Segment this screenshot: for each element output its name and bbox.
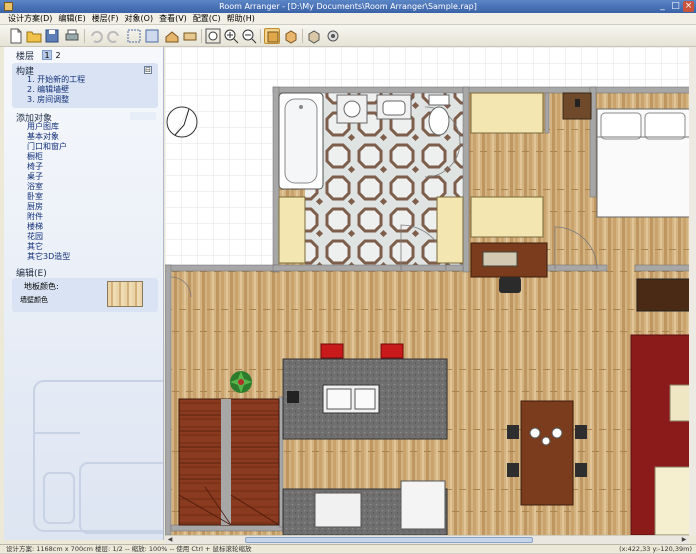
build-step-edit-walls[interactable]: 2. 编辑墙壁 (27, 85, 85, 95)
category-search (130, 112, 156, 120)
build-step-room-adjust[interactable]: 3. 房间调整 (27, 95, 85, 105)
floor-plan-canvas[interactable] (165, 47, 696, 535)
status-bar: 设计方案: 1168cm x 700cm 楼层: 1/2 -- 缩放: 100%… (0, 544, 696, 553)
scrollbar-thumb[interactable] (245, 537, 533, 543)
title-bar[interactable]: Room Arranger - [D:\My Documents\Room Ar… (0, 0, 696, 13)
redo-icon[interactable] (106, 28, 122, 44)
menu-object[interactable]: 对象(O) (122, 13, 157, 25)
bathtub (278, 92, 324, 190)
open-folder-icon[interactable] (26, 28, 42, 44)
close-button[interactable]: × (683, 1, 694, 12)
kitchen-sink (314, 492, 362, 528)
category-accessories[interactable]: 附件 (27, 212, 70, 222)
horizontal-scrollbar[interactable]: ◀ ▶ (165, 535, 689, 544)
menu-bar: 设计方案(D) 编辑(E) 楼层(F) 对象(O) 查看(V) 配置(C) 帮助(H) (0, 13, 696, 25)
vertical-scrollbar[interactable] (689, 47, 696, 535)
category-other-3d[interactable]: 其它3D造型 (27, 252, 70, 262)
toolbar-separator (260, 29, 261, 43)
floor-heading: 楼层 (16, 52, 35, 62)
bed (596, 108, 692, 218)
left-panel: 楼层 12 构建 ⊟ 1. 开始新的工程 2. 编辑墙壁 3. 房间调整 添加对… (4, 47, 164, 540)
collapse-icon[interactable]: ⊟ (144, 66, 152, 74)
select-icon[interactable] (126, 28, 142, 44)
category-cabinets[interactable]: 橱柜 (27, 152, 70, 162)
category-tables[interactable]: 桌子 (27, 172, 70, 182)
toilet (428, 94, 450, 136)
toolbar-separator (84, 29, 85, 43)
sofa (654, 466, 692, 535)
category-other[interactable]: 其它 (27, 242, 70, 252)
build-step-new-project[interactable]: 1. 开始新的工程 (27, 75, 85, 85)
new-file-icon[interactable] (8, 28, 24, 44)
toolbar-separator (302, 29, 303, 43)
floor-color-label: 地板颜色: (24, 282, 59, 291)
armchair (669, 384, 692, 422)
menu-config[interactable]: 配置(C) (190, 13, 224, 25)
scroll-left-icon[interactable]: ◀ (166, 536, 174, 544)
save-icon[interactable] (44, 28, 60, 44)
print-icon[interactable] (64, 28, 80, 44)
app-window: Room Arranger - [D:\My Documents\Room Ar… (0, 0, 696, 553)
panel-watermark (33, 380, 163, 534)
undo-icon[interactable] (88, 28, 104, 44)
stove (400, 480, 446, 530)
toolbar-separator (201, 29, 202, 43)
select-all-icon[interactable] (144, 28, 160, 44)
tv-cabinet (636, 278, 692, 312)
zoom-in-icon[interactable] (223, 28, 239, 44)
menu-design[interactable]: 设计方案(D) (0, 13, 55, 25)
vanity-sink (376, 94, 412, 120)
lamp (575, 99, 580, 107)
minimize-button[interactable]: _ (657, 1, 668, 12)
menu-help[interactable]: 帮助(H) (224, 13, 258, 25)
bathroom-sink (336, 94, 368, 124)
floor-tabs: 12 (42, 50, 64, 61)
category-garden[interactable]: 花园 (27, 232, 70, 242)
potted-plant (230, 371, 252, 393)
zoom-fit-icon[interactable] (205, 28, 221, 44)
kitchen-island (282, 358, 448, 440)
category-user-library[interactable]: 用户图库 (27, 122, 70, 132)
toolbar (0, 25, 696, 47)
wall-color-label: 墙壁颜色 (20, 296, 48, 304)
category-chairs[interactable]: 椅子 (27, 162, 70, 172)
menu-view[interactable]: 查看(V) (156, 13, 190, 25)
category-stairs[interactable]: 楼梯 (27, 222, 70, 232)
menu-floor[interactable]: 楼层(F) (89, 13, 122, 25)
room-icon[interactable] (164, 28, 180, 44)
zoom-out-icon[interactable] (241, 28, 257, 44)
category-bathroom[interactable]: 浴室 (27, 182, 70, 192)
category-basic-objects[interactable]: 基本对象 (27, 132, 70, 142)
view-2d-icon[interactable] (264, 28, 280, 44)
category-doors-windows[interactable]: 门口和窗户 (27, 142, 70, 152)
dimension-icon[interactable] (182, 28, 198, 44)
compass-icon (166, 106, 198, 138)
add-objects-section: 添加对象 用户图库 基本对象 门口和窗户 橱柜 椅子 桌子 浴室 卧室 厨房 附… (12, 111, 158, 263)
maximize-button[interactable]: □ (670, 1, 681, 12)
walk-3d-icon[interactable] (306, 28, 322, 44)
settings-3d-icon[interactable] (325, 28, 341, 44)
build-section: 构建 ⊟ 1. 开始新的工程 2. 编辑墙壁 3. 房间调整 (12, 63, 158, 108)
staircase (178, 398, 280, 526)
bar-stool-right (380, 343, 404, 359)
view-3d-icon[interactable] (283, 28, 299, 44)
window-title: Room Arranger - [D:\My Documents\Room Ar… (219, 2, 477, 11)
category-kitchen[interactable]: 厨房 (27, 202, 70, 212)
floor-tab-2[interactable]: 2 (53, 51, 63, 61)
floor-tab-1[interactable]: 1 (42, 50, 52, 60)
floor-color-swatch[interactable] (107, 281, 143, 307)
category-bedroom[interactable]: 卧室 (27, 192, 70, 202)
bar-stool-left (320, 343, 344, 359)
scroll-right-icon[interactable]: ▶ (680, 536, 688, 544)
menu-edit[interactable]: 编辑(E) (55, 13, 88, 25)
